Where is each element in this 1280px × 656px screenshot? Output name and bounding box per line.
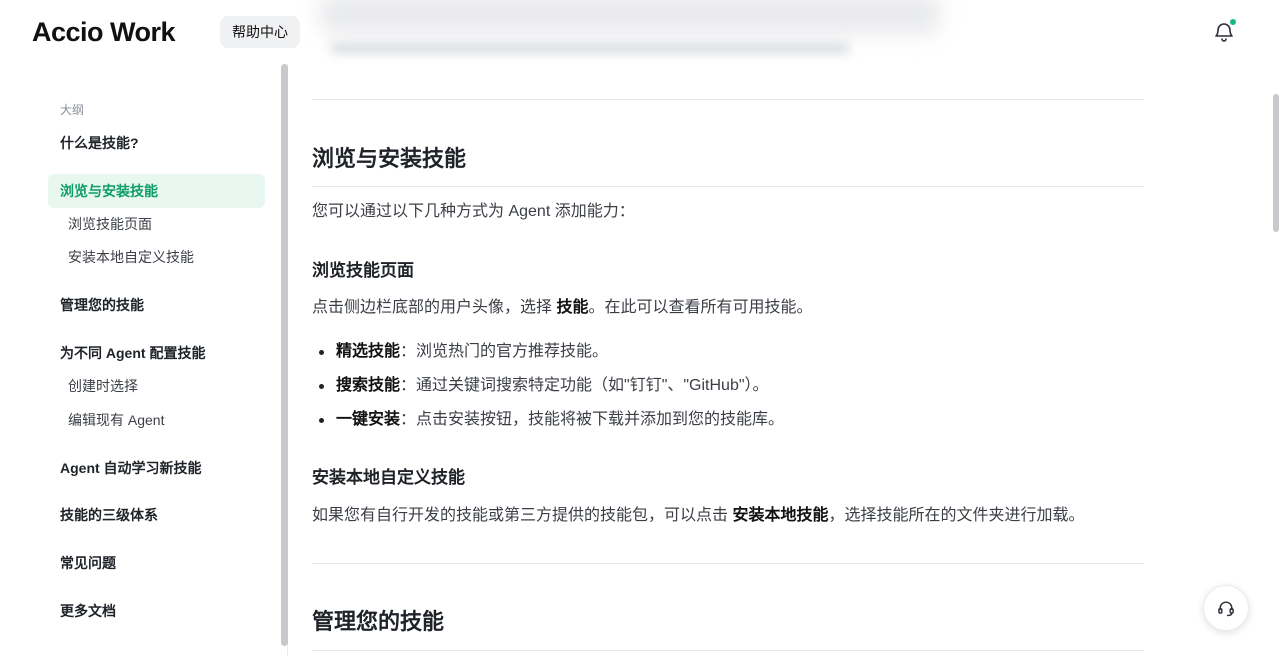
sidebar-item-configure-agent[interactable]: 为不同 Agent 配置技能	[48, 336, 265, 370]
bold-term: 技能	[556, 299, 589, 316]
list-item: 搜索技能：通过关键词搜索特定功能（如"钉钉"、"GitHub"）。	[319, 374, 769, 398]
sidebar-subitem-select-on-create[interactable]: 创建时选择	[68, 376, 138, 396]
paragraph-text: ，选择技能所在的文件夹进行加载。	[828, 507, 1085, 524]
list-item-term: 精选技能	[336, 343, 401, 360]
list-item-text: ：点击安装按钮，技能将被下载并添加到您的技能库。	[400, 411, 785, 428]
divider	[312, 186, 1144, 187]
divider	[312, 563, 1144, 564]
paragraph-text: 如果您有自行开发的技能或第三方提供的技能包，可以点击	[312, 507, 733, 524]
outline-heading: 大纲	[60, 103, 85, 117]
help-center-badge[interactable]: 帮助中心	[220, 16, 300, 48]
sidebar-scrollbar[interactable]	[281, 64, 288, 646]
headset-icon	[1218, 601, 1234, 617]
sidebar-subitem-browse-page[interactable]: 浏览技能页面	[68, 214, 152, 234]
support-button[interactable]	[1203, 585, 1249, 631]
install-local-paragraph: 如果您有自行开发的技能或第三方提供的技能包，可以点击 安装本地技能，选择技能所在…	[312, 504, 1084, 528]
notification-dot	[1230, 19, 1236, 25]
sidebar-item-faq[interactable]: 常见问题	[48, 546, 265, 580]
list-item-term: 搜索技能	[336, 377, 401, 394]
accio-work-logo[interactable]: Accio Work	[32, 17, 176, 47]
sidebar-subitem-edit-agent[interactable]: 编辑现有 Agent	[68, 410, 164, 430]
sidebar-item-manage-skills[interactable]: 管理您的技能	[48, 288, 265, 322]
section-intro: 您可以通过以下几种方式为 Agent 添加能力：	[312, 203, 635, 220]
sidebar-item-three-levels[interactable]: 技能的三级体系	[48, 498, 265, 532]
article-content: 浏览与安装技能 您可以通过以下几种方式为 Agent 添加能力： 浏览技能页面 …	[312, 64, 1144, 656]
list-item: 精选技能：浏览热门的官方推荐技能。	[318, 340, 609, 364]
divider	[312, 99, 1144, 100]
sidebar-subitem-install-local[interactable]: 安装本地自定义技能	[68, 247, 194, 267]
list-item: 一键安装：点击安装按钮，技能将被下载并添加到您的技能库。	[318, 408, 785, 432]
subsection-title-browse-page: 浏览技能页面	[312, 261, 414, 280]
subsection-title-install-local: 安装本地自定义技能	[312, 468, 465, 487]
top-header: Accio Work 帮助中心	[0, 0, 1280, 64]
sidebar-item-auto-learn[interactable]: Agent 自动学习新技能	[48, 451, 265, 485]
divider	[312, 650, 1144, 651]
sidebar-item-more-docs[interactable]: 更多文档	[48, 594, 265, 628]
paragraph-text: 点击侧边栏底部的用户头像，选择	[312, 299, 557, 316]
blurred-content-preview	[300, 0, 1020, 64]
list-item-term: 一键安装	[336, 411, 401, 428]
paragraph-text: 。在此可以查看所有可用技能。	[588, 299, 813, 316]
bold-term: 安装本地技能	[732, 507, 829, 524]
sidebar-item-browse-install[interactable]: 浏览与安装技能	[48, 174, 265, 208]
list-item-text: ：通过关键词搜索特定功能（如"钉钉"、"GitHub"）。	[400, 377, 769, 394]
main-scrollbar[interactable]	[1273, 94, 1279, 232]
list-item-text: ：浏览热门的官方推荐技能。	[400, 343, 609, 360]
browse-page-paragraph: 点击侧边栏底部的用户头像，选择 技能。在此可以查看所有可用技能。	[312, 296, 812, 320]
outline-sidebar: 大纲 什么是技能? 浏览与安装技能 浏览技能页面 安装本地自定义技能 管理您的技…	[0, 64, 288, 656]
section-title-manage-skills: 管理您的技能	[312, 609, 445, 634]
logo-text: Accio Work	[32, 17, 176, 47]
section-title-browse-install: 浏览与安装技能	[312, 146, 467, 171]
sidebar-item-what-is-skill[interactable]: 什么是技能?	[48, 126, 265, 160]
